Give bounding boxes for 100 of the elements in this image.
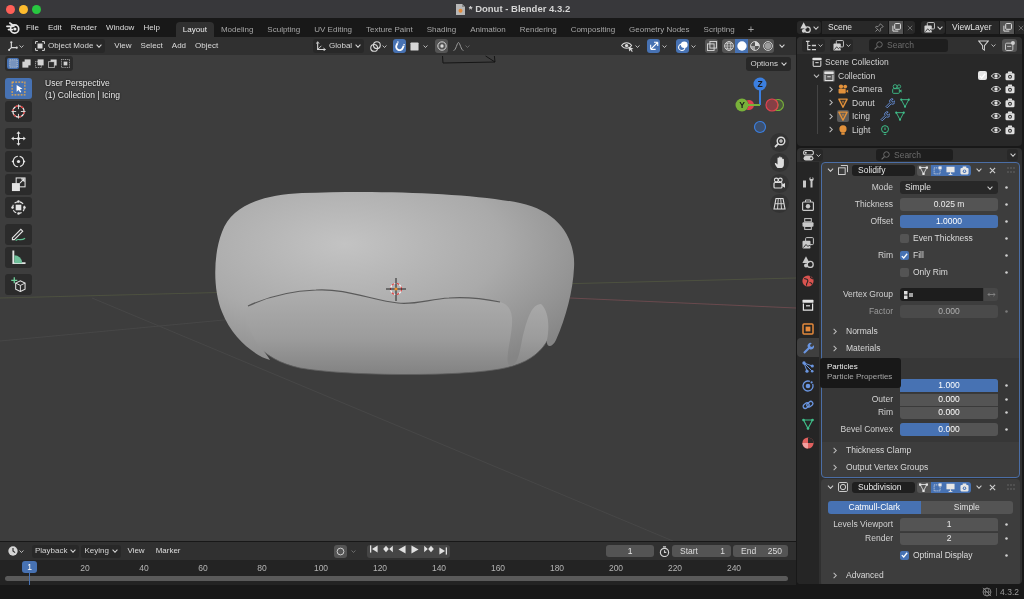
camera-icon[interactable] xyxy=(1005,124,1015,135)
tool-button[interactable] xyxy=(5,128,32,149)
end-frame-field[interactable]: End 250 xyxy=(733,545,788,557)
camera-icon[interactable] xyxy=(1005,84,1015,95)
next-keyframe-icon[interactable] xyxy=(424,544,434,553)
menu-item[interactable]: Help xyxy=(138,20,165,35)
tool-button[interactable] xyxy=(5,274,32,295)
viewport-toggle[interactable] xyxy=(944,481,958,493)
duplicate-button[interactable] xyxy=(889,21,903,34)
eye-icon[interactable] xyxy=(991,70,1001,81)
checkbox[interactable] xyxy=(900,550,909,560)
outliner-item[interactable]: Icing xyxy=(852,112,870,121)
on-cage-toggle[interactable] xyxy=(930,164,944,176)
overlays-toggle[interactable] xyxy=(676,39,689,53)
xray-toggle[interactable] xyxy=(705,39,718,53)
data-block-type-button[interactable] xyxy=(921,21,945,34)
close-icon[interactable] xyxy=(989,166,996,174)
negative-axis-handle[interactable] xyxy=(765,98,779,112)
slider-field[interactable]: 1.0000 xyxy=(900,215,998,228)
add-workspace-button[interactable]: + xyxy=(741,22,761,37)
light-bulb-icon[interactable] xyxy=(837,123,849,136)
menu-item[interactable]: Add xyxy=(167,39,191,53)
modifier-name-field[interactable]: Subdivision xyxy=(852,481,915,493)
play-icon[interactable] xyxy=(411,544,419,554)
app-logo-icon[interactable] xyxy=(6,21,20,34)
subpanel-header[interactable]: Materials xyxy=(822,340,1019,357)
slider-field[interactable]: 0.000 xyxy=(900,392,998,406)
start-frame-field[interactable]: Start 1 xyxy=(672,545,731,557)
orientation-dropdown[interactable]: Global xyxy=(313,39,365,53)
shading-mode-button[interactable] xyxy=(735,39,748,53)
chevron-icon[interactable] xyxy=(827,168,834,172)
menu-item[interactable]: File xyxy=(21,20,44,35)
modifier-name-field[interactable]: Solidify xyxy=(852,164,915,176)
dot-icon[interactable] xyxy=(1004,254,1008,257)
visibility-dropdown[interactable] xyxy=(619,39,642,53)
play-reverse-icon[interactable] xyxy=(398,544,406,554)
eye-icon[interactable] xyxy=(991,124,1001,135)
wrench-icon[interactable] xyxy=(884,97,895,108)
render-toggle[interactable] xyxy=(957,164,971,176)
edit-mode-toggle[interactable] xyxy=(917,481,931,493)
dot-icon[interactable] xyxy=(1004,271,1008,274)
window-close-button[interactable] xyxy=(5,4,15,14)
unlink-button[interactable] xyxy=(1015,21,1024,34)
subpanel-header[interactable]: Advanced xyxy=(822,566,1019,584)
dot-icon[interactable] xyxy=(1004,310,1008,313)
camera-icon[interactable] xyxy=(1005,97,1015,108)
outliner-item[interactable]: Camera xyxy=(852,85,883,94)
dot-icon[interactable] xyxy=(1004,428,1008,431)
editor-type-button[interactable] xyxy=(6,544,26,558)
menu-item[interactable]: View xyxy=(109,39,137,53)
menu-dropdown[interactable]: Playback xyxy=(32,544,80,558)
invert-button[interactable] xyxy=(984,288,998,301)
workspace-tab[interactable]: Scripting xyxy=(696,22,742,37)
tool-button[interactable] xyxy=(5,101,32,122)
negative-axis-handle[interactable] xyxy=(774,98,785,112)
eye-icon[interactable] xyxy=(991,111,1001,122)
camera-icon[interactable] xyxy=(837,83,849,96)
options-dropdown[interactable]: Options xyxy=(746,56,791,71)
segment-button[interactable]: Catmull-Clark xyxy=(828,501,921,514)
window-minimize-button[interactable] xyxy=(18,4,28,14)
light-bulb-icon[interactable] xyxy=(880,124,891,135)
workspace-tab[interactable]: Layout xyxy=(175,22,214,37)
tool-button[interactable] xyxy=(5,151,32,172)
new-collection-button[interactable] xyxy=(1002,39,1017,52)
camera-icon[interactable] xyxy=(770,173,789,193)
tool-button[interactable] xyxy=(5,174,32,195)
wrench-icon[interactable] xyxy=(879,111,890,122)
shading-mode-button[interactable] xyxy=(761,39,774,53)
render-toggle[interactable] xyxy=(957,481,971,493)
hand-icon[interactable] xyxy=(770,153,789,173)
dot-icon[interactable] xyxy=(1004,411,1008,414)
on-cage-toggle[interactable] xyxy=(930,481,944,493)
camera-icon[interactable] xyxy=(892,84,903,95)
dot-icon[interactable] xyxy=(1004,536,1008,540)
menu-item[interactable]: Window xyxy=(101,20,139,35)
shading-mode-button[interactable] xyxy=(748,39,761,53)
window-maximize-button[interactable] xyxy=(31,4,41,14)
dot-icon[interactable] xyxy=(1004,186,1008,189)
scene-name-field[interactable]: Scene xyxy=(822,21,888,34)
selection-mode-button[interactable] xyxy=(33,58,45,69)
unlink-button[interactable] xyxy=(904,21,915,34)
current-frame-field[interactable]: 1 xyxy=(606,545,654,557)
subpanel-header[interactable]: Normals xyxy=(822,323,1019,340)
workspace-tab[interactable]: UV Editing xyxy=(307,22,360,37)
tool-button[interactable] xyxy=(5,224,32,245)
menu-item[interactable]: Object xyxy=(190,39,223,53)
negative-axis-handle[interactable] xyxy=(753,120,767,134)
pin-icon[interactable] xyxy=(875,23,884,32)
menu-item[interactable]: Render xyxy=(66,20,102,35)
close-icon[interactable] xyxy=(989,483,996,491)
box-icon[interactable] xyxy=(823,69,835,82)
menu-item[interactable]: View xyxy=(122,544,150,558)
shading-mode-button[interactable] xyxy=(722,39,735,53)
gizmos-toggle[interactable] xyxy=(647,39,660,53)
dot-icon[interactable] xyxy=(1004,553,1008,557)
menu-dropdown[interactable]: Keying xyxy=(81,544,121,558)
camera-icon[interactable] xyxy=(1005,70,1015,81)
edit-mode-toggle[interactable] xyxy=(917,164,931,176)
selection-mode-button[interactable] xyxy=(46,58,58,69)
jump-to-end-icon[interactable] xyxy=(439,547,447,555)
